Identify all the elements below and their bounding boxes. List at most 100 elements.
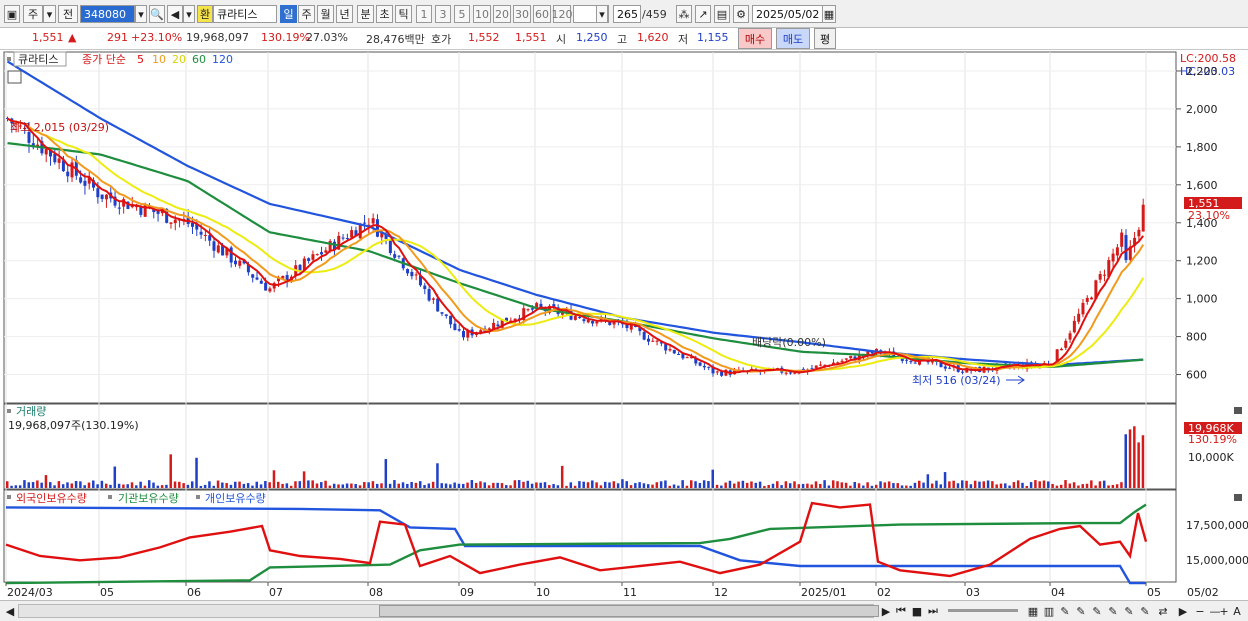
zoom-in-icon[interactable]: + — [1218, 603, 1230, 619]
sell-button[interactable]: 매도 — [776, 28, 810, 49]
eval-button[interactable]: 평 — [814, 28, 836, 49]
view-toggle[interactable]: 전 — [58, 5, 78, 23]
volume-bar — [578, 481, 581, 488]
save-icon[interactable]: ▤ — [714, 5, 730, 23]
window-icon[interactable]: ▣ — [4, 5, 20, 23]
scroll-end-icon[interactable]: ▶ — [1176, 603, 1190, 619]
period-daily[interactable]: 일 — [280, 5, 297, 23]
pan-icon[interactable]: ⇄ — [1156, 603, 1170, 619]
volume-bar — [199, 485, 203, 488]
stop-icon[interactable]: ■ — [910, 603, 924, 619]
candle-body — [793, 372, 797, 374]
period-tick[interactable]: 틱 — [395, 5, 412, 23]
volume-bar — [896, 483, 899, 488]
tool-icon[interactable]: ✎ — [1122, 603, 1136, 619]
volume-bar — [57, 481, 61, 488]
scroll-track[interactable] — [18, 604, 879, 618]
speaker-icon[interactable]: ◀ — [167, 5, 183, 23]
buy-button[interactable]: 매수 — [738, 28, 772, 49]
layout-icon[interactable]: ▦ — [1026, 603, 1040, 619]
volume-bar — [49, 482, 52, 488]
date-tick-label: 11 — [623, 586, 637, 599]
volume-bar — [1120, 482, 1123, 488]
volume-bar — [6, 481, 9, 488]
volume-bar — [857, 483, 861, 488]
font-size-icon[interactable]: A — [1230, 603, 1244, 619]
period-yearly[interactable]: 년 — [336, 5, 353, 23]
volume-bar — [930, 483, 934, 488]
volume-bar — [776, 481, 779, 488]
zoom-icon[interactable]: ⁂ — [676, 5, 692, 23]
period-weekly[interactable]: 주 — [298, 5, 315, 23]
tool-icon[interactable]: ✎ — [1106, 603, 1120, 619]
candle-body — [444, 314, 448, 316]
up-arrow-icon: ▲ — [68, 31, 77, 44]
draw-tool-icon[interactable]: ↗ — [695, 5, 711, 23]
tool-icon[interactable]: ✎ — [1090, 603, 1104, 619]
chevron-down-icon[interactable]: ▾ — [43, 5, 56, 23]
forward-icon[interactable]: ⏭ — [926, 603, 940, 619]
chart-scrollbar[interactable]: ◀ ▶ ⏮ ■ ⏭ ▦ ▥ ✎ ✎ ✎ ✎ ✎ ✎ ⇄ ▶ − — + A — [0, 600, 1248, 621]
volume-bar — [978, 481, 981, 488]
calendar-icon[interactable]: ▦ — [822, 5, 836, 23]
calculator-icon[interactable] — [7, 70, 22, 84]
volume-bar — [375, 483, 379, 488]
candle-body — [840, 360, 844, 362]
chevron-down-icon[interactable]: ▾ — [183, 5, 195, 23]
volume-bar — [973, 480, 977, 488]
close-icon[interactable] — [1234, 407, 1242, 414]
stock-chart[interactable]: 큐라티스 종가 단순 5 10 20 60 120 최고 2,015 (03/2… — [0, 50, 1248, 602]
volume-bar — [505, 485, 508, 488]
gear-icon[interactable]: ⚙ — [733, 5, 749, 23]
scroll-thumb[interactable] — [379, 605, 879, 617]
scroll-right-icon[interactable]: ▶ — [880, 603, 892, 619]
interval-3[interactable]: 3 — [435, 5, 451, 23]
interval-1[interactable]: 1 — [416, 5, 432, 23]
date-axis: 2024/03 05 06 07 08 09 10 11 12 2025/01 02 03 04 05 05… — [5, 582, 1219, 599]
interval-60[interactable]: 60 — [533, 5, 551, 23]
interval-120[interactable]: 120 — [552, 5, 573, 23]
volume-bar — [169, 454, 172, 488]
close-icon[interactable] — [1234, 494, 1242, 501]
period-second[interactable]: 초 — [376, 5, 393, 23]
interval-5[interactable]: 5 — [454, 5, 470, 23]
volume-bar — [311, 480, 314, 488]
rewind-icon[interactable]: ⏮ — [894, 603, 908, 619]
volume-bar — [289, 485, 293, 488]
volume-bar — [1034, 480, 1037, 488]
interval-10[interactable]: 10 — [473, 5, 491, 23]
interval-20[interactable]: 20 — [493, 5, 511, 23]
volume-bar — [104, 483, 108, 488]
period-monthly[interactable]: 월 — [317, 5, 334, 23]
stock-name[interactable]: 큐라티스 — [213, 5, 277, 23]
candle-body — [1081, 302, 1085, 315]
date-input[interactable]: 2025/05/02 — [752, 5, 824, 23]
stock-code-input[interactable]: 348080 — [80, 5, 135, 23]
chevron-down-icon[interactable]: ▾ — [135, 5, 147, 23]
candle-body — [212, 241, 216, 251]
candle-body — [582, 319, 586, 322]
zoom-slider[interactable] — [948, 609, 1018, 612]
scroll-left-icon[interactable]: ◀ — [4, 603, 16, 619]
volume-bar — [754, 482, 758, 488]
candle-body — [1090, 297, 1094, 300]
candle-body — [255, 277, 259, 280]
zoom-out-icon[interactable]: − — [1194, 603, 1206, 619]
volume-bar — [315, 483, 319, 488]
tool-icon[interactable]: ✎ — [1138, 603, 1152, 619]
interval-30[interactable]: 30 — [513, 5, 531, 23]
legend-stock-name: 큐라티스 — [18, 53, 58, 66]
market-select[interactable]: 주 — [23, 5, 43, 23]
chevron-down-icon[interactable]: ▾ — [596, 5, 608, 23]
tool-icon[interactable]: ✎ — [1074, 603, 1088, 619]
grid-icon[interactable]: ▥ — [1042, 603, 1056, 619]
volume-bar — [874, 484, 878, 488]
period-minute[interactable]: 분 — [357, 5, 374, 23]
bar-count-input[interactable]: 265 — [613, 5, 641, 23]
legend-institution: 기관보유수량 — [118, 492, 179, 505]
legend-marker — [196, 495, 200, 499]
tool-icon[interactable]: ✎ — [1058, 603, 1072, 619]
volume-bar — [801, 483, 805, 488]
candle-body — [1124, 235, 1128, 261]
search-icon[interactable]: 🔍 — [149, 5, 165, 23]
